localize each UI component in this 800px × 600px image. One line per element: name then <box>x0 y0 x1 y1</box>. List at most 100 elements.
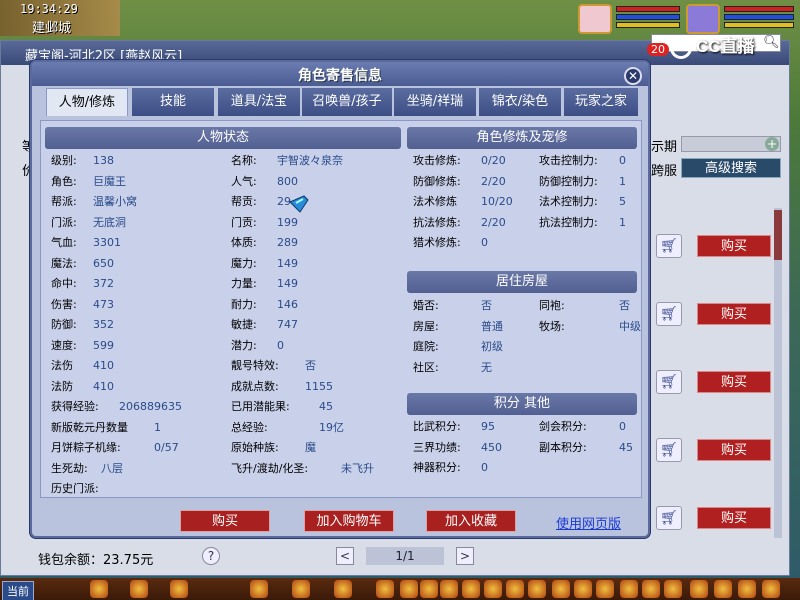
toolbar-shortcut-icon[interactable] <box>292 580 310 598</box>
toolbar-shortcut-icon[interactable] <box>620 580 638 598</box>
stat-label: 敏捷: <box>231 318 257 331</box>
cart-icon[interactable]: 🛒︎ <box>656 370 682 394</box>
search-icon[interactable]: 🔍︎ <box>763 35 780 51</box>
row-buy-button[interactable]: 购买 <box>697 371 771 393</box>
stat-value: 否 <box>305 359 316 372</box>
stat-value: 魔 <box>305 441 316 454</box>
cart-icon[interactable]: 🛒︎ <box>656 438 682 462</box>
cultivation-value: 1 <box>619 174 626 188</box>
tab-costumes[interactable]: 锦衣/染色 <box>479 88 561 116</box>
points-value: 45 <box>619 440 633 454</box>
toolbar-shortcut-icon[interactable] <box>762 580 780 598</box>
stat-value: 352 <box>93 318 114 331</box>
stat-label: 法伤 <box>51 359 73 372</box>
shop-filter-label: 跨服 <box>651 164 678 179</box>
toolbar-shortcut-icon[interactable] <box>420 580 438 598</box>
cultivation-value: 1 <box>619 215 626 229</box>
add-to-favorites-button[interactable]: 加入收藏 <box>426 510 516 532</box>
toolbar-shortcut-icon[interactable] <box>400 580 418 598</box>
stat-label: 人气: <box>231 174 257 188</box>
tab-mounts[interactable]: 坐骑/祥瑞 <box>394 88 476 116</box>
wallet-balance: 钱包余额：23.75元 <box>38 553 154 568</box>
help-button[interactable]: ? <box>202 547 220 565</box>
toolbar-shortcut-icon[interactable] <box>714 580 732 598</box>
stat-value: 473 <box>93 297 114 311</box>
plus-icon[interactable]: + <box>765 137 779 151</box>
stat-value: 149 <box>277 277 298 290</box>
toolbar-shortcut-icon[interactable] <box>90 580 108 598</box>
cultivation-value: 5 <box>619 195 626 208</box>
stat-value: 146 <box>277 297 298 311</box>
stat-label: 帮派: <box>51 195 77 208</box>
current-city: 建邺城 <box>32 21 72 36</box>
toolbar-shortcut-icon[interactable] <box>130 580 148 598</box>
tab-summons-children[interactable]: 召唤兽/孩子 <box>302 88 392 116</box>
stat-label: 耐力: <box>231 297 257 311</box>
stat-label: 飞升/渡劫/化圣: <box>231 461 309 475</box>
cultivation-label: 攻击修炼: <box>413 154 461 167</box>
use-web-version-link[interactable]: 使用网页版 <box>556 513 621 532</box>
tab-player-home[interactable]: 玩家之家 <box>564 88 638 116</box>
stat-value: 1155 <box>305 379 333 393</box>
buy-button[interactable]: 购买 <box>180 510 270 532</box>
tab-items-artifacts[interactable]: 道具/法宝 <box>218 88 300 116</box>
tab-content-panel: 人物状态 角色修炼及宠修 居住房屋 积分 其他 级别: 138 角色: 巨魔王 帮派: 温… <box>40 120 642 498</box>
toolbar-shortcut-icon[interactable] <box>506 580 524 598</box>
stat-label: 伤害: <box>51 297 77 311</box>
cultivation-label: 猎术修炼: <box>413 236 461 249</box>
row-buy-button[interactable]: 购买 <box>697 439 771 461</box>
stat-value: 19亿 <box>319 420 344 434</box>
cart-icon[interactable]: 🛒︎ <box>656 506 682 530</box>
housing-label: 房屋: <box>413 319 439 333</box>
close-icon[interactable]: ✕ <box>624 67 642 85</box>
list-scrollbar[interactable] <box>774 208 782 538</box>
toolbar-shortcut-icon[interactable] <box>690 580 708 598</box>
stat-value: 800 <box>277 174 298 188</box>
pet-avatar[interactable] <box>578 4 612 34</box>
toolbar-shortcut-icon[interactable] <box>552 580 570 598</box>
toolbar-shortcut-icon[interactable] <box>376 580 394 598</box>
toolbar-shortcut-icon[interactable] <box>528 580 546 598</box>
points-value: 0 <box>481 461 488 474</box>
cart-icon[interactable]: 🛒︎ <box>656 302 682 326</box>
toolbar-shortcut-icon[interactable] <box>484 580 502 598</box>
points-label: 剑会积分: <box>539 420 587 433</box>
toolbar-shortcut-icon[interactable] <box>664 580 682 598</box>
toolbar-shortcut-icon[interactable] <box>462 580 480 598</box>
cart-icon[interactable]: 🛒︎ <box>656 234 682 258</box>
dialog-titlebar[interactable]: 角色寄售信息 ✕ <box>32 62 648 86</box>
toolbar-shortcut-icon[interactable] <box>250 580 268 598</box>
stat-label: 力量: <box>231 277 257 290</box>
page-indicator: 1/1 <box>366 547 444 565</box>
chat-channel-button[interactable]: 当前 <box>2 581 34 600</box>
stat-value: 410 <box>93 379 114 393</box>
player-avatar[interactable] <box>686 4 720 34</box>
add-to-cart-button[interactable]: 加入购物车 <box>304 510 394 532</box>
toolbar-shortcut-icon[interactable] <box>334 580 352 598</box>
toolbar-shortcut-icon[interactable] <box>170 580 188 598</box>
toolbar-shortcut-icon[interactable] <box>642 580 660 598</box>
points-section-header: 积分 其他 <box>407 393 637 415</box>
scrollbar-thumb[interactable] <box>774 210 782 260</box>
next-page-button[interactable]: > <box>456 547 474 565</box>
housing-label: 社区: <box>413 360 439 374</box>
row-buy-button[interactable]: 购买 <box>697 303 771 325</box>
stat-label: 成就点数: <box>231 379 279 393</box>
row-buy-button[interactable]: 购买 <box>697 235 771 257</box>
cultivation-label: 抗法控制力: <box>539 215 598 229</box>
toolbar-shortcut-icon[interactable] <box>738 580 756 598</box>
cultivation-value: 0 <box>619 154 626 167</box>
tab-character-cultivation[interactable]: 人物/修炼 <box>46 88 128 116</box>
stat-value: 206889635 <box>119 400 182 413</box>
toolbar-shortcut-icon[interactable] <box>596 580 614 598</box>
housing-label: 庭院: <box>413 340 439 353</box>
stat-label: 魔法: <box>51 256 77 270</box>
toolbar-shortcut-icon[interactable] <box>440 580 458 598</box>
toolbar-shortcut-icon[interactable] <box>574 580 592 598</box>
stat-value: 747 <box>277 318 298 331</box>
advanced-search-button[interactable]: 高级搜索 <box>681 158 781 178</box>
stat-label: 获得经验: <box>51 400 99 413</box>
prev-page-button[interactable]: < <box>336 547 354 565</box>
tab-skills[interactable]: 技能 <box>132 88 214 116</box>
row-buy-button[interactable]: 购买 <box>697 507 771 529</box>
